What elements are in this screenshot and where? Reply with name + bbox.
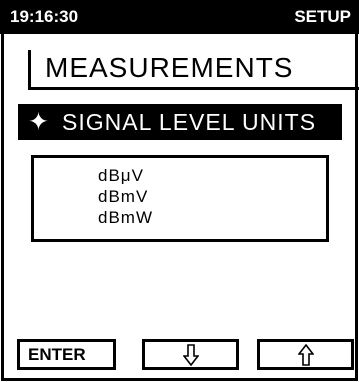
status-bar: 19:16:30 SETUP	[0, 0, 359, 34]
selected-menu-label: SIGNAL LEVEL UNITS	[62, 109, 317, 135]
clock: 19:16:30	[10, 7, 79, 26]
up-button[interactable]	[257, 339, 354, 370]
mode-label: SETUP	[294, 7, 351, 26]
enter-button[interactable]: ENTER	[17, 339, 116, 370]
down-button[interactable]	[142, 339, 239, 370]
option-dbmw[interactable]: dBmW	[98, 208, 153, 228]
option-dbuv[interactable]: dBμV	[98, 166, 144, 186]
enter-button-label: ENTER	[28, 345, 86, 364]
four-point-star-icon: ✦	[28, 107, 49, 136]
unit-options-list: dBμV dBmV dBmW	[31, 155, 329, 242]
page-title-box: MEASUREMENTS	[28, 50, 359, 90]
selected-menu-item[interactable]: ✦ SIGNAL LEVEL UNITS	[18, 104, 342, 140]
option-dbmv[interactable]: dBmV	[98, 187, 148, 207]
page-title: MEASUREMENTS	[45, 52, 294, 83]
down-arrow-icon	[183, 344, 199, 366]
up-arrow-icon	[298, 344, 314, 366]
